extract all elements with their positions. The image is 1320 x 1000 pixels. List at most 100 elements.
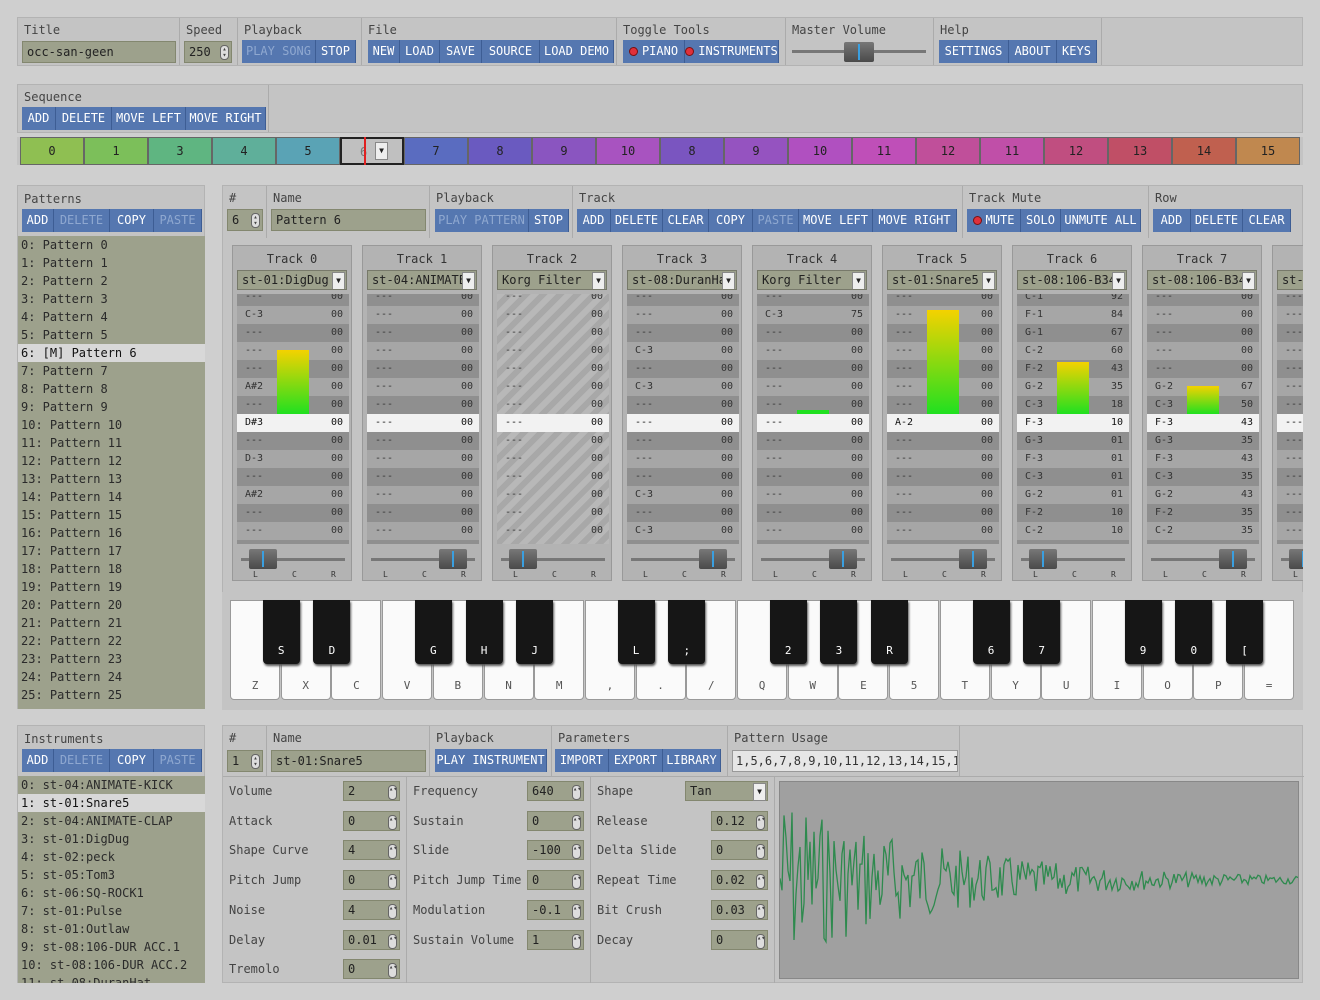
track-row[interactable]: --- 00 — [757, 342, 869, 360]
list-item[interactable]: 6: st-06:SQ-ROCK1 — [18, 884, 205, 902]
piano-black-key[interactable]: D — [313, 600, 351, 664]
sequence-item[interactable]: 0 — [20, 137, 84, 165]
track-row[interactable]: --- — [1277, 486, 1303, 504]
list-item[interactable]: 8: Pattern 8 — [18, 380, 205, 398]
track-row[interactable]: --- 00 — [1147, 342, 1259, 360]
piano-black-key[interactable]: 7 — [1023, 600, 1061, 664]
track-row[interactable]: --- 00 — [627, 432, 739, 450]
spinner-icon[interactable]: ▴▾ — [572, 844, 581, 860]
track-row[interactable]: --- — [1277, 432, 1303, 450]
track-row[interactable]: --- 00 — [887, 522, 999, 540]
pan-slider[interactable]: LCR — [627, 548, 739, 580]
track-row[interactable]: --- 00 — [887, 450, 999, 468]
pan-slider[interactable]: LCR — [757, 548, 869, 580]
track-row[interactable]: --- — [1277, 522, 1303, 540]
pan-slider[interactable]: LCR — [497, 548, 609, 580]
track-row[interactable]: --- 00 — [497, 468, 609, 486]
track-row[interactable]: G-2 01 — [1017, 486, 1129, 504]
param-input[interactable]: 0 ▴▾ — [343, 870, 400, 891]
pan-knob[interactable] — [1028, 549, 1057, 569]
piano-black-key[interactable]: [ — [1226, 600, 1263, 664]
track-row[interactable]: --- — [1277, 396, 1303, 414]
track-row[interactable]: --- 00 — [497, 414, 609, 432]
track-row[interactable]: C-3 01 — [1017, 468, 1129, 486]
piano-black-key[interactable]: ; — [668, 600, 706, 664]
track-row[interactable]: G-2 43 — [1147, 486, 1259, 504]
track-row[interactable]: A-2 00 — [887, 414, 999, 432]
track-row[interactable]: G-3 35 — [1147, 432, 1259, 450]
pan-knob[interactable] — [508, 549, 537, 569]
spinner-icon[interactable]: ▴▾ — [388, 933, 397, 949]
track-row[interactable]: --- 00 — [627, 396, 739, 414]
param-input[interactable]: 0 ▴▾ — [711, 840, 768, 861]
chevron-down-icon[interactable]: ▼ — [852, 272, 865, 289]
chevron-down-icon[interactable]: ▼ — [592, 272, 605, 289]
spinner-icon[interactable]: ▴▾ — [572, 785, 581, 800]
list-item[interactable]: 3: st-01:DigDug — [18, 830, 205, 848]
track-row[interactable]: --- 00 — [757, 522, 869, 540]
spinner-icon[interactable]: ▴▾ — [572, 903, 581, 919]
track-row[interactable]: --- 00 — [757, 450, 869, 468]
param-input[interactable]: Tan ▼ — [685, 781, 768, 801]
track-row[interactable]: --- 00 — [887, 540, 999, 544]
track-row[interactable]: --- 00 — [497, 360, 609, 378]
list-item[interactable]: 0: Pattern 0 — [18, 236, 205, 254]
param-input[interactable]: 0 ▴▾ — [343, 959, 400, 980]
piano-black-key[interactable]: H — [465, 600, 503, 664]
list-item[interactable]: 9: st-08:106-DUR ACC.1 — [18, 938, 205, 956]
track-row[interactable]: --- 00 — [497, 450, 609, 468]
pan-slider[interactable]: LCR — [1017, 548, 1129, 580]
track-instrument-select[interactable]: st-08:106-B34 ▼ — [1017, 270, 1127, 290]
track-row[interactable]: --- 00 — [367, 522, 479, 540]
play-instrument-button[interactable]: PLAY INSTRUMENT — [435, 749, 547, 772]
track-row[interactable]: C-3 75 — [757, 306, 869, 324]
track-row[interactable]: --- 00 — [497, 504, 609, 522]
track-row[interactable]: --- 00 — [367, 294, 479, 306]
pattern-add-button[interactable]: ADD — [22, 209, 54, 232]
track-row[interactable]: --- 00 — [887, 294, 999, 306]
track-row[interactable]: --- — [1277, 342, 1303, 360]
track-row[interactable]: --- 00 — [497, 396, 609, 414]
spinner-icon[interactable]: ▴▾ — [756, 844, 765, 860]
inst-num-input[interactable]: 1 ▴ ▾ — [227, 750, 263, 772]
param-input[interactable]: 4 ▴▾ — [343, 840, 400, 861]
track-row[interactable]: --- 00 — [627, 324, 739, 342]
spinner-icon[interactable]: ▴▾ — [756, 903, 765, 919]
list-item[interactable]: 6: [M] Pattern 6 — [18, 344, 205, 362]
track-row[interactable]: --- 10 — [1017, 540, 1129, 544]
track-row[interactable]: --- 00 — [757, 294, 869, 306]
track-row[interactable]: --- 00 — [237, 294, 349, 306]
pan-knob[interactable] — [1288, 549, 1303, 569]
sequence-item[interactable]: 3 — [148, 137, 212, 165]
track-row[interactable]: --- 00 — [887, 486, 999, 504]
pan-slider[interactable]: LCR — [367, 548, 479, 580]
param-input[interactable]: 0.12 ▴▾ — [711, 810, 768, 831]
pan-knob[interactable] — [439, 549, 468, 569]
track-row[interactable]: --- 00 — [1147, 360, 1259, 378]
param-input[interactable]: 0 ▴▾ — [527, 810, 584, 831]
track-row[interactable]: --- 00 — [757, 324, 869, 342]
track-row[interactable]: C-2 10 — [1017, 522, 1129, 540]
list-item[interactable]: 18: Pattern 18 — [18, 560, 205, 578]
param-input[interactable]: 0 ▴▾ — [527, 870, 584, 891]
track-row[interactable]: --- — [1277, 504, 1303, 522]
list-item[interactable]: 1: st-01:Snare5 — [18, 794, 205, 812]
track-row[interactable]: F-3 01 — [1017, 450, 1129, 468]
list-item[interactable]: 23: Pattern 23 — [18, 650, 205, 668]
track-row[interactable]: C-3 00 — [627, 522, 739, 540]
track-row[interactable]: --- 00 — [757, 360, 869, 378]
track-row[interactable]: --- 00 — [627, 504, 739, 522]
instrument-paste-button[interactable]: PASTE — [154, 749, 202, 772]
library-button[interactable]: LIBRARY — [663, 749, 721, 772]
track-row[interactable]: --- 00 — [367, 324, 479, 342]
track-row[interactable]: D-3 00 — [237, 450, 349, 468]
track-row[interactable]: --- 00 — [497, 540, 609, 544]
chevron-down-icon[interactable]: ▼ — [753, 783, 766, 801]
track-row[interactable]: --- 00 — [627, 450, 739, 468]
spinner-icon[interactable]: ▴▾ — [388, 814, 397, 830]
track-row[interactable]: --- 00 — [497, 432, 609, 450]
list-item[interactable]: 15: Pattern 15 — [18, 506, 205, 524]
inst-name-input[interactable]: st-01:Snare5 — [271, 750, 426, 772]
track-row[interactable]: F-2 35 — [1147, 504, 1259, 522]
track-row[interactable]: --- 00 — [367, 468, 479, 486]
